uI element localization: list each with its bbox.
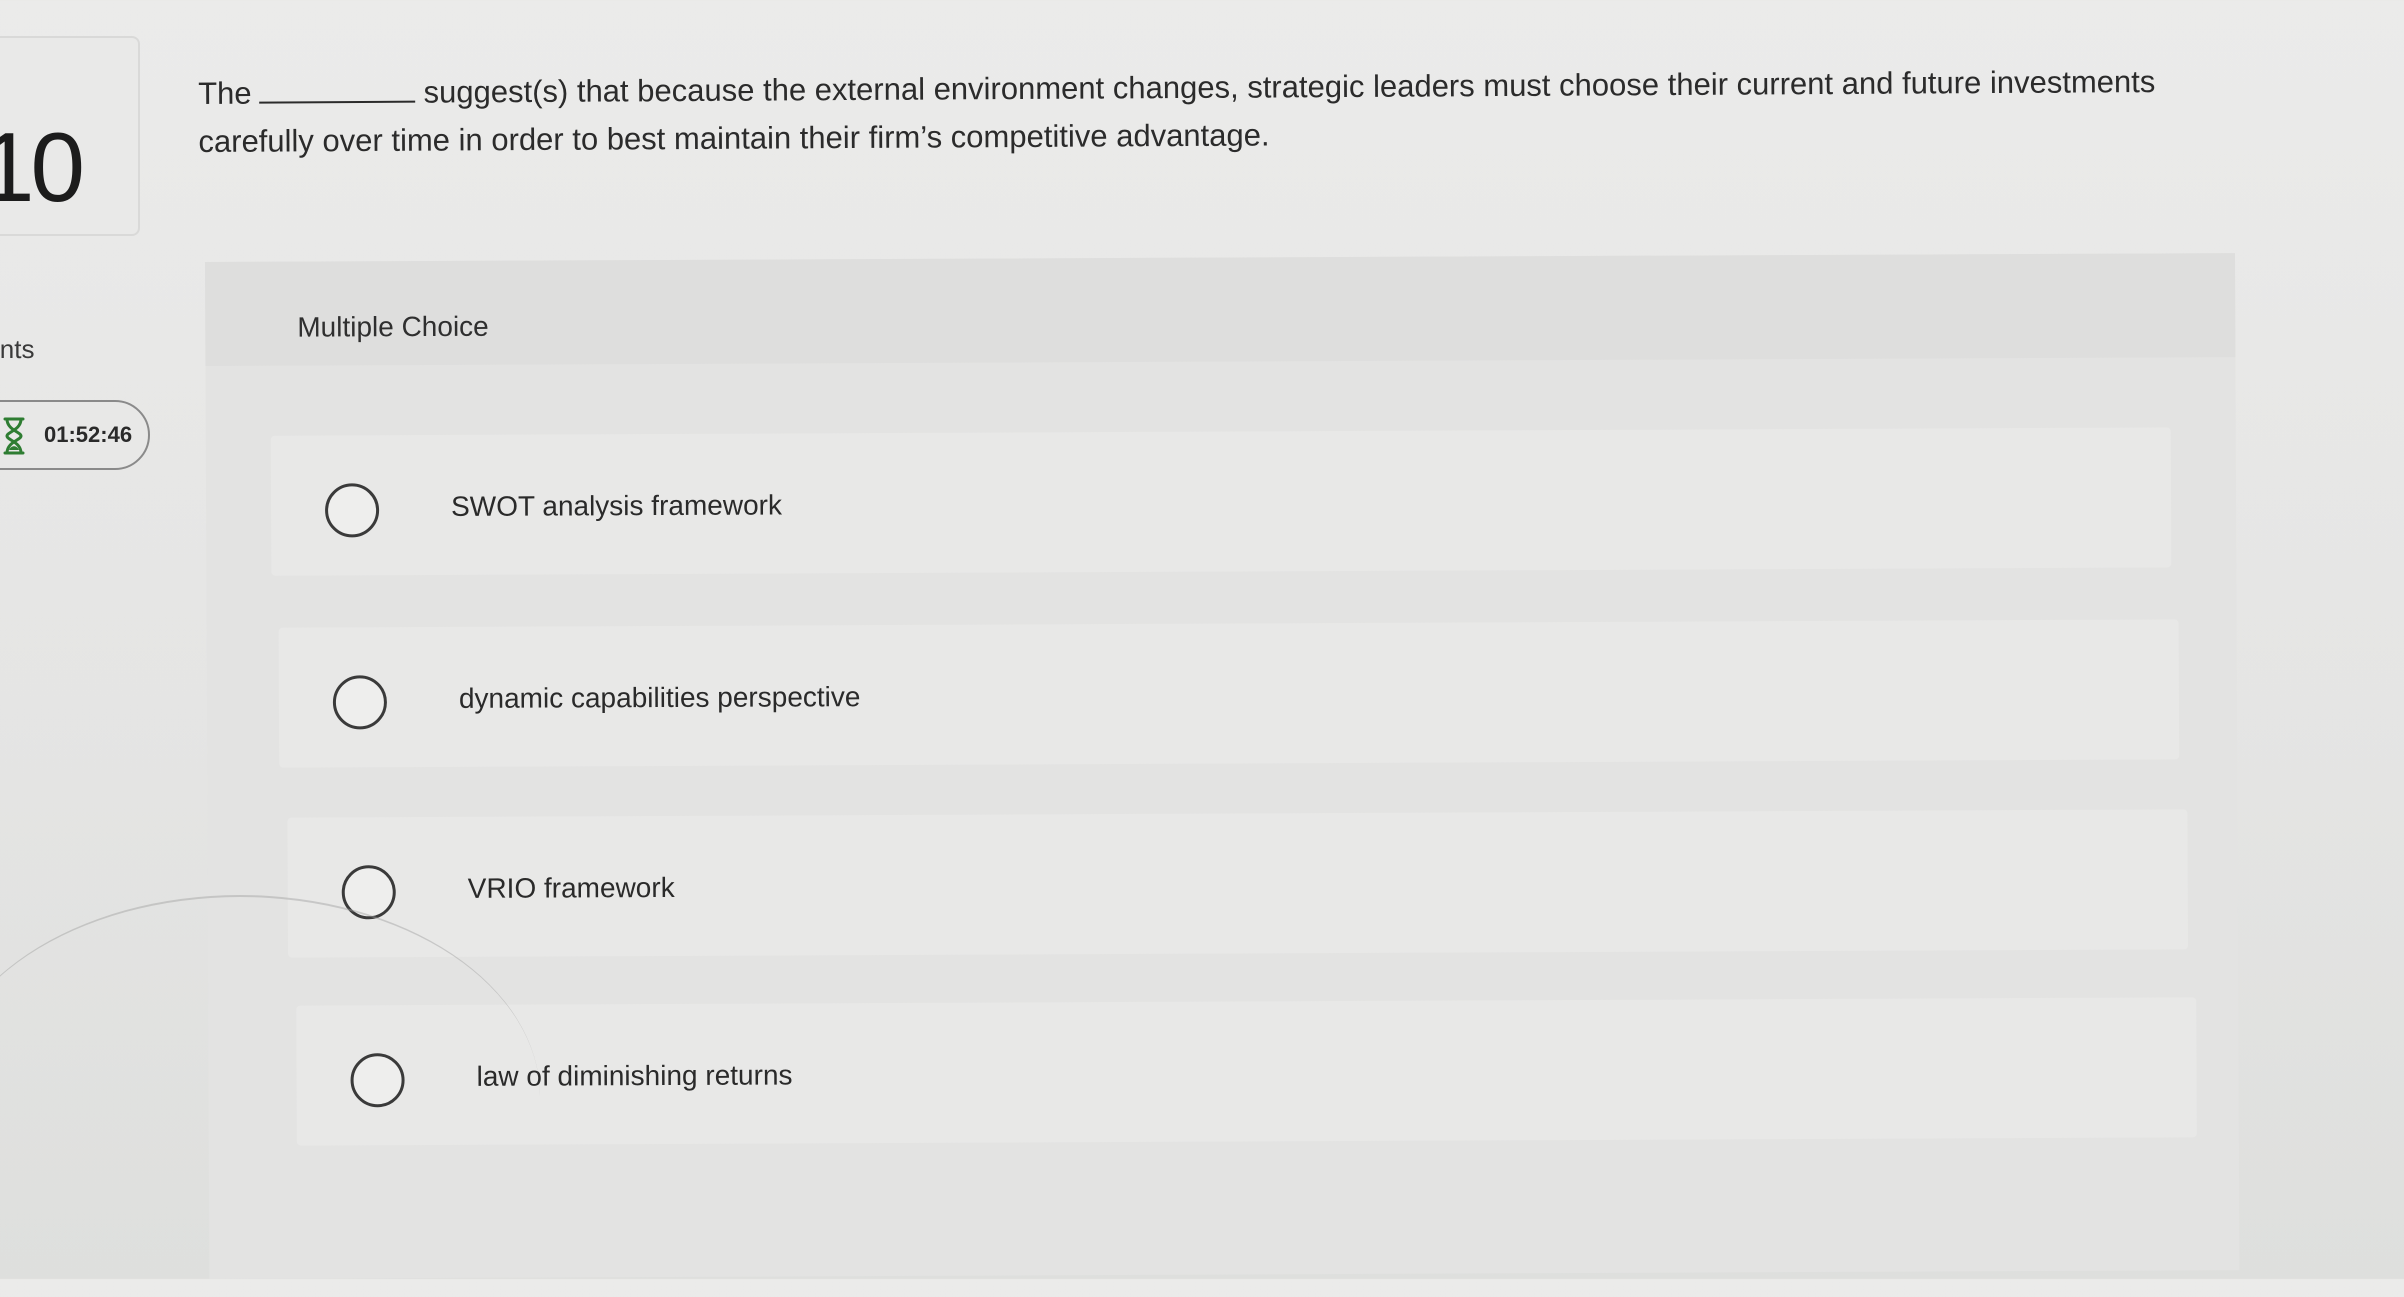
radio-button-icon[interactable] (324, 483, 380, 538)
radio-button-icon[interactable] (341, 865, 396, 920)
multiple-choice-panel: Multiple Choice SWOT analysis framework … (205, 253, 2240, 1279)
answer-option[interactable]: dynamic capabilities perspective (278, 619, 2180, 768)
question-text-before: The (198, 75, 252, 111)
answer-option-label: dynamic capabilities perspective (458, 681, 861, 714)
answer-option-label: law of diminishing returns (476, 1059, 793, 1092)
fill-in-blank (259, 72, 416, 104)
answer-type-label: Multiple Choice (297, 310, 489, 343)
question-number: 10 (0, 112, 85, 222)
timer-text: 01:52:46 (44, 422, 133, 447)
question-number-box: 10 (0, 36, 140, 236)
question-text-after: suggest(s) that because the external env… (198, 64, 2156, 159)
points-label: ints (0, 334, 35, 364)
answer-option-label: SWOT analysis framework (451, 489, 783, 522)
answer-type-header: Multiple Choice (205, 253, 2236, 366)
radio-button-icon[interactable] (350, 1053, 405, 1108)
answer-option[interactable]: law of diminishing returns (296, 997, 2197, 1146)
timer-badge[interactable]: 01:52:46 (0, 400, 150, 470)
answer-option[interactable]: SWOT analysis framework (270, 427, 2172, 576)
answer-option[interactable]: VRIO framework (287, 809, 2189, 958)
hourglass-icon (3, 417, 25, 455)
radio-button-icon[interactable] (332, 675, 388, 730)
answer-option-label: VRIO framework (467, 871, 675, 904)
question-text: The suggest(s) that because the external … (198, 58, 2159, 166)
